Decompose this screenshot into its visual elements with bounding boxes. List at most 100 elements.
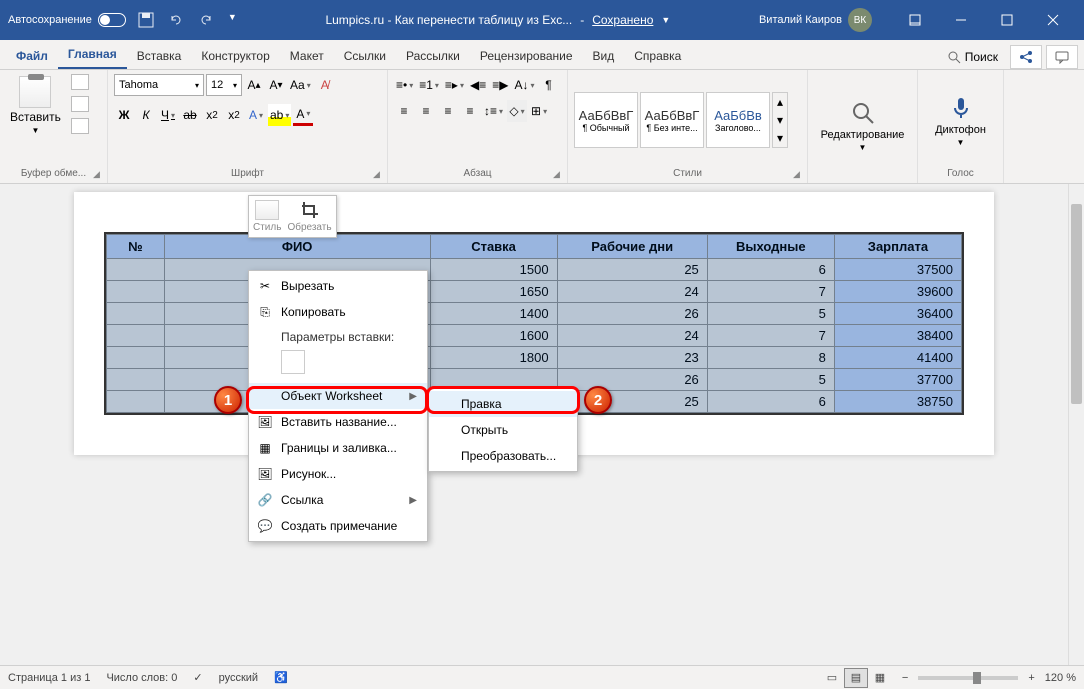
tab-references[interactable]: Ссылки: [334, 43, 396, 69]
multilevel-icon[interactable]: ≡▸: [443, 74, 466, 96]
zoom-in-icon[interactable]: +: [1028, 672, 1034, 684]
print-layout-icon[interactable]: ▤: [844, 668, 868, 688]
tab-insert[interactable]: Вставка: [127, 43, 192, 69]
styles-launcher-icon[interactable]: ◢: [793, 169, 805, 181]
submenu-convert[interactable]: Преобразовать...: [429, 443, 577, 469]
zoom-level[interactable]: 120 %: [1045, 672, 1076, 684]
sort-icon[interactable]: A↓: [512, 74, 536, 96]
clipboard-launcher-icon[interactable]: ◢: [93, 169, 105, 181]
align-left-icon[interactable]: ≡: [394, 100, 414, 122]
avatar[interactable]: ВК: [848, 8, 872, 32]
tab-help[interactable]: Справка: [624, 43, 691, 69]
menu-picture[interactable]: 🖼 Рисунок...: [249, 461, 427, 487]
italic-button[interactable]: К: [136, 104, 156, 126]
status-words[interactable]: Число слов: 0: [106, 672, 177, 684]
font-color-icon[interactable]: A: [293, 104, 313, 126]
numbering-icon[interactable]: ≡1: [417, 74, 441, 96]
font-group-label: Шрифт: [114, 166, 381, 181]
tab-mailings[interactable]: Рассылки: [396, 43, 470, 69]
comments-button[interactable]: [1046, 45, 1078, 69]
ribbon-tabs: Файл Главная Вставка Конструктор Макет С…: [0, 40, 1084, 70]
menu-link[interactable]: 🔗 Ссылка ▶: [249, 487, 427, 513]
change-case-icon[interactable]: Aa: [288, 74, 313, 96]
shrink-font-icon[interactable]: A▾: [266, 74, 286, 96]
align-center-icon[interactable]: ≡: [416, 100, 436, 122]
paste-button[interactable]: Вставить ▼: [6, 74, 65, 137]
accessibility-icon[interactable]: ♿: [274, 671, 288, 684]
user-account[interactable]: Виталий Каиров ВК: [759, 8, 872, 32]
style-no-spacing[interactable]: АаБбВвГ¶ Без инте...: [640, 92, 704, 148]
status-page[interactable]: Страница 1 из 1: [8, 672, 90, 684]
bullets-icon[interactable]: ≡•: [394, 74, 415, 96]
menu-insert-caption[interactable]: 🖼 Вставить название...: [249, 409, 427, 435]
editing-button[interactable]: Редактирование ▼: [813, 95, 913, 156]
focus-view-icon[interactable]: ▭: [820, 668, 844, 688]
menu-copy[interactable]: ⎘ Копировать: [249, 299, 427, 325]
dictate-button[interactable]: Диктофон ▼: [927, 90, 994, 151]
zoom-out-icon[interactable]: −: [902, 672, 908, 684]
autosave-toggle[interactable]: Автосохранение: [8, 13, 126, 27]
tab-review[interactable]: Рецензирование: [470, 43, 583, 69]
line-spacing-icon[interactable]: ↕≡: [482, 100, 505, 122]
increase-indent-icon[interactable]: ≡▶: [490, 74, 510, 96]
decrease-indent-icon[interactable]: ◀≡: [468, 74, 488, 96]
clear-format-icon[interactable]: A̸: [315, 74, 335, 96]
share-button[interactable]: [1010, 45, 1042, 69]
redo-icon[interactable]: [198, 12, 214, 28]
maximize-button[interactable]: [984, 0, 1030, 40]
style-normal[interactable]: АаБбВвГ¶ Обычный: [574, 92, 638, 148]
align-right-icon[interactable]: ≡: [438, 100, 458, 122]
text-effects-icon[interactable]: A: [246, 104, 266, 126]
web-layout-icon[interactable]: ▦: [868, 668, 892, 688]
undo-icon[interactable]: [168, 12, 184, 28]
chevron-down-icon[interactable]: ▼: [661, 15, 670, 25]
submenu-open[interactable]: Открыть: [429, 417, 577, 443]
save-icon[interactable]: [138, 12, 154, 28]
copy-icon[interactable]: [71, 96, 89, 112]
spellcheck-icon[interactable]: ✓: [193, 671, 202, 684]
styles-more-icon[interactable]: ▴▾▾: [772, 92, 788, 148]
style-heading1[interactable]: АаБбВвЗаголово...: [706, 92, 770, 148]
crop-button[interactable]: Обрезать: [287, 200, 331, 233]
grow-font-icon[interactable]: A▴: [244, 74, 264, 96]
tab-design[interactable]: Конструктор: [191, 43, 279, 69]
zoom-slider[interactable]: [918, 676, 1018, 680]
status-lang[interactable]: русский: [219, 672, 258, 684]
tab-home[interactable]: Главная: [58, 41, 127, 69]
font-name-select[interactable]: Tahoma▾: [114, 74, 204, 96]
qat-dropdown-icon[interactable]: ▼: [228, 12, 237, 28]
highlight-icon[interactable]: ab: [268, 104, 291, 126]
saved-indicator[interactable]: Сохранено: [592, 13, 653, 27]
tab-file[interactable]: Файл: [6, 43, 58, 69]
borders-icon[interactable]: ⊞: [529, 100, 549, 122]
search-button[interactable]: Поиск: [939, 46, 1006, 68]
paste-option-icon[interactable]: [281, 350, 305, 374]
menu-object-worksheet[interactable]: Объект Worksheet ▶: [249, 383, 427, 409]
superscript-button[interactable]: x2: [224, 104, 244, 126]
bold-button[interactable]: Ж: [114, 104, 134, 126]
toggle-switch-icon[interactable]: [98, 13, 126, 27]
menu-new-comment[interactable]: 💬 Создать примечание: [249, 513, 427, 539]
tab-layout[interactable]: Макет: [280, 43, 334, 69]
tab-view[interactable]: Вид: [583, 43, 625, 69]
show-marks-icon[interactable]: ¶: [538, 74, 558, 96]
justify-icon[interactable]: ≡: [460, 100, 480, 122]
subscript-button[interactable]: x2: [202, 104, 222, 126]
ribbon-options-icon[interactable]: [892, 0, 938, 40]
menu-cut[interactable]: ✂ Вырезать: [249, 273, 427, 299]
underline-button[interactable]: Ч: [158, 104, 178, 126]
strike-button[interactable]: ab: [180, 104, 200, 126]
vertical-scrollbar[interactable]: [1068, 184, 1084, 665]
minimize-button[interactable]: [938, 0, 984, 40]
style-button[interactable]: Стиль: [253, 200, 281, 233]
shading-icon[interactable]: ◇: [507, 100, 527, 122]
submenu-edit[interactable]: Правка: [429, 391, 577, 417]
format-painter-icon[interactable]: [71, 118, 89, 134]
cut-icon[interactable]: [71, 74, 89, 90]
close-button[interactable]: [1030, 0, 1076, 40]
menu-borders-fill[interactable]: ▦ Границы и заливка...: [249, 435, 427, 461]
font-size-select[interactable]: 12▾: [206, 74, 242, 96]
paragraph-launcher-icon[interactable]: ◢: [553, 169, 565, 181]
scroll-thumb[interactable]: [1071, 204, 1082, 404]
font-launcher-icon[interactable]: ◢: [373, 169, 385, 181]
